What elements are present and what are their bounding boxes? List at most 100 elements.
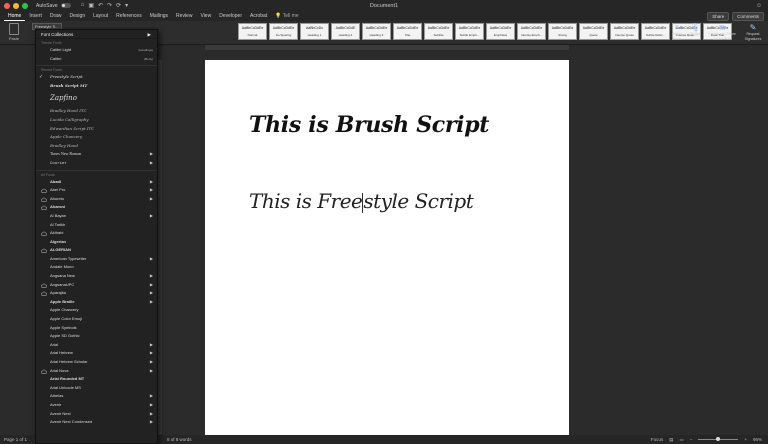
- font-item[interactable]: Avenir Next Condensed ▶: [36, 418, 157, 427]
- redo-icon[interactable]: ↷: [107, 2, 112, 9]
- font-item[interactable]: Aldhabi: [36, 229, 157, 238]
- autosave-switch[interactable]: [60, 3, 71, 8]
- tab-review[interactable]: Review: [172, 11, 196, 21]
- request-signatures-button[interactable]: ✎ Request Signatures: [740, 23, 766, 41]
- close-window-button[interactable]: [4, 2, 10, 9]
- tab-view[interactable]: View: [196, 11, 215, 21]
- font-item[interactable]: Aboreto ▶: [36, 195, 157, 204]
- tab-acrobat[interactable]: Acrobat: [246, 11, 271, 21]
- font-item[interactable]: Aparajita ▶: [36, 289, 157, 298]
- font-item[interactable]: Apple Color Emoji: [36, 315, 157, 324]
- font-item[interactable]: Al Bayan ▶: [36, 212, 157, 221]
- font-item[interactable]: Andale Mono: [36, 263, 157, 272]
- dictate-button[interactable]: 🎙 Dictate: [688, 23, 702, 37]
- font-item[interactable]: ALGERIAN: [36, 246, 157, 255]
- print-layout-icon[interactable]: ▤: [669, 437, 673, 443]
- font-item[interactable]: Aharoni: [36, 203, 157, 212]
- font-item[interactable]: Avenir ▶: [36, 401, 157, 410]
- tab-mailings[interactable]: Mailings: [146, 11, 172, 21]
- page-count[interactable]: Page 1 of 1: [4, 437, 27, 442]
- font-item[interactable]: Apple Braille ▶: [36, 298, 157, 307]
- style-card[interactable]: AaBbCcDdE Heading 2: [331, 23, 360, 40]
- font-collections-item[interactable]: Font Collections ▶: [36, 30, 157, 39]
- smiley-icon[interactable]: ☺: [756, 3, 762, 9]
- font-item[interactable]: Apple Chancery: [36, 133, 157, 142]
- style-card[interactable]: AaBbCcDdEe Normal: [238, 23, 267, 40]
- style-card[interactable]: AaBbCcDdEe Intense Quote: [610, 23, 639, 40]
- font-item[interactable]: Bradley Hand: [36, 142, 157, 151]
- zoom-level[interactable]: 96%: [753, 437, 762, 442]
- style-card[interactable]: AaBbCcDdEe Emphasis: [486, 23, 515, 40]
- style-card[interactable]: AaBbCcDdEe Strong: [548, 23, 577, 40]
- undo-icon[interactable]: ↶: [98, 2, 103, 9]
- font-item[interactable]: Brush Script MT: [36, 82, 157, 91]
- styles-pane-button[interactable]: ≡ Styles Pane: [668, 23, 686, 41]
- autosave-toggle[interactable]: AutoSave: [36, 3, 71, 9]
- font-item[interactable]: ✓ Freestyle Script: [36, 73, 157, 82]
- document-page[interactable]: This is Brush Script This is Freestyle S…: [205, 60, 569, 440]
- style-card[interactable]: AaBbCcDdEe Quote: [579, 23, 608, 40]
- zoom-window-button[interactable]: [22, 2, 28, 9]
- paragraph-freestyle-script[interactable]: This is Freestyle Script: [249, 189, 474, 213]
- font-item[interactable]: Abadi ▶: [36, 178, 157, 187]
- font-item[interactable]: Arial Hebrew ▶: [36, 349, 157, 358]
- font-item[interactable]: Arial Nova ▶: [36, 367, 157, 376]
- style-card[interactable]: AaBbCcDdEe Subtle Refer...: [641, 23, 670, 40]
- tab-layout[interactable]: Layout: [89, 11, 112, 21]
- font-item[interactable]: Lucida Calligraphy: [36, 116, 157, 125]
- style-card[interactable]: AaBbCcDdEe Subtitle: [424, 23, 453, 40]
- share-button[interactable]: Share: [707, 12, 730, 21]
- font-item[interactable]: Calibri (Body): [36, 55, 157, 64]
- font-item[interactable]: Avenir Next ▶: [36, 410, 157, 419]
- tab-developer[interactable]: Developer: [215, 11, 246, 21]
- font-item[interactable]: Courier ▶: [36, 159, 157, 168]
- font-item[interactable]: Athelas ▶: [36, 392, 157, 401]
- tab-design[interactable]: Design: [66, 11, 90, 21]
- font-item[interactable]: Apple Symbols: [36, 324, 157, 333]
- horizontal-ruler[interactable]: [205, 45, 569, 50]
- customize-icon[interactable]: ▾: [125, 2, 128, 9]
- style-card[interactable]: AaBbCcDdEe Intense Emph...: [517, 23, 546, 40]
- font-item[interactable]: Abel Pro ▶: [36, 186, 157, 195]
- web-layout-icon[interactable]: ▭: [679, 437, 683, 443]
- font-item[interactable]: Al Tarikh: [36, 221, 157, 230]
- comments-button[interactable]: Comments: [732, 12, 764, 21]
- font-item[interactable]: Apple SD Gothic: [36, 332, 157, 341]
- font-item[interactable]: Algerian: [36, 238, 157, 247]
- font-item[interactable]: Arial Hebrew Scholar ▶: [36, 358, 157, 367]
- font-item[interactable]: Arial Unicode MS: [36, 384, 157, 393]
- home-icon[interactable]: ⌂: [81, 2, 85, 9]
- style-card[interactable]: AaBbCcDc Heading 1: [300, 23, 329, 40]
- style-card[interactable]: AaBbCcDdEe Heading 3: [362, 23, 391, 40]
- style-card[interactable]: AaBbCcDdEe Title: [393, 23, 422, 40]
- font-item[interactable]: Arial ▶: [36, 341, 157, 350]
- zoom-slider[interactable]: [698, 437, 739, 441]
- zoom-in-icon[interactable]: +: [744, 437, 747, 442]
- font-item[interactable]: Times New Roman ▶: [36, 150, 157, 159]
- style-card[interactable]: AaBbCcDdEe No Spacing: [269, 23, 298, 40]
- tab-references[interactable]: References: [112, 11, 146, 21]
- font-item[interactable]: Bradley Hand ITC: [36, 107, 157, 116]
- style-card[interactable]: AaBbCcDdEe Subtle Emph...: [455, 23, 484, 40]
- font-item[interactable]: Angsana New ▶: [36, 272, 157, 281]
- create-share-pdf-button[interactable]: ⧉ Create and Share Adobe PDF: [706, 23, 738, 41]
- focus-button[interactable]: Focus: [651, 437, 663, 442]
- font-item[interactable]: AngsanaUPC ▶: [36, 281, 157, 290]
- font-item[interactable]: Arial Rounded MT: [36, 375, 157, 384]
- font-item[interactable]: Zapfino: [36, 90, 157, 107]
- paragraph-brush-script[interactable]: This is Brush Script: [249, 112, 489, 138]
- tab-home[interactable]: Home: [4, 11, 26, 21]
- zoom-out-icon[interactable]: −: [690, 437, 693, 442]
- repeat-icon[interactable]: ⟳: [116, 2, 121, 9]
- font-item[interactable]: Apple Chancery: [36, 306, 157, 315]
- paste-button[interactable]: Paste: [4, 22, 24, 44]
- tab-draw[interactable]: Draw: [46, 11, 66, 21]
- font-item[interactable]: Edwardian Script ITC: [36, 125, 157, 134]
- font-item[interactable]: Calibri Light (Headings): [36, 46, 157, 55]
- font-item[interactable]: American Typewriter ▶: [36, 255, 157, 264]
- tell-me-search[interactable]: 💡 Tell me: [275, 13, 298, 19]
- minimize-window-button[interactable]: [13, 2, 19, 9]
- tab-insert[interactable]: Insert: [25, 11, 46, 21]
- word-count[interactable]: 8 of 8 words: [167, 437, 192, 442]
- save-icon[interactable]: ▣: [88, 2, 94, 9]
